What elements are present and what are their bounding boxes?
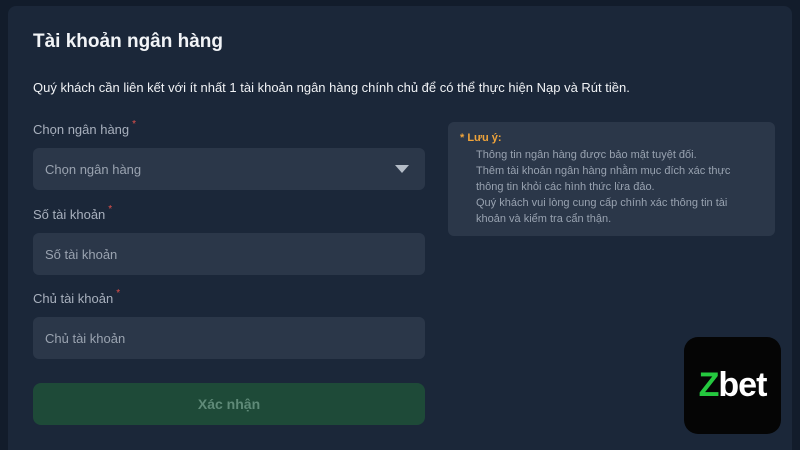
form-description: Quý khách cần liên kết với ít nhất 1 tài… (33, 80, 630, 95)
chevron-down-icon (395, 165, 409, 173)
account-holder-label: Chủ tài khoản * (33, 288, 121, 306)
account-number-label: Số tài khoản * (33, 204, 113, 222)
account-number-input[interactable] (45, 246, 413, 262)
required-mark: * (116, 288, 121, 299)
note-line: Thêm tài khoản ngân hàng nhằm mục đích x… (476, 165, 731, 177)
note-line: Thông tin ngân hàng được bảo mật tuyệt đ… (476, 149, 697, 161)
logo-text: Zbet (698, 366, 768, 405)
note-box: * Lưu ý: Thông tin ngân hàng được bảo mậ… (448, 122, 775, 236)
account-holder-input[interactable] (45, 330, 413, 346)
account-number-field (33, 233, 425, 275)
account-number-label-text: Số tài khoản (33, 207, 106, 222)
account-holder-label-text: Chủ tài khoản (33, 291, 114, 306)
bank-select[interactable]: Chọn ngân hàng (33, 148, 425, 190)
bank-select-label: Chọn ngân hàng * (33, 119, 137, 137)
required-mark: * (108, 204, 113, 215)
note-title: * Lưu ý: (460, 132, 502, 144)
page-title: Tài khoản ngân hàng (33, 31, 224, 52)
account-holder-field (33, 317, 425, 359)
note-line: khoản và kiểm tra cẩn thận. (476, 213, 612, 225)
required-mark: * (132, 119, 137, 130)
zbet-logo: Zbet (684, 337, 781, 434)
note-line: thông tin khỏi các hình thức lừa đảo. (476, 181, 655, 193)
note-line: Quý khách vui lòng cung cấp chính xác th… (476, 197, 728, 209)
bank-select-value: Chọn ngân hàng (45, 161, 142, 177)
logo-z-letter: Z (698, 366, 720, 404)
bank-select-label-text: Chọn ngân hàng (33, 122, 130, 137)
confirm-button[interactable]: Xác nhận (33, 383, 425, 425)
logo-rest-letters: bet (718, 366, 767, 404)
